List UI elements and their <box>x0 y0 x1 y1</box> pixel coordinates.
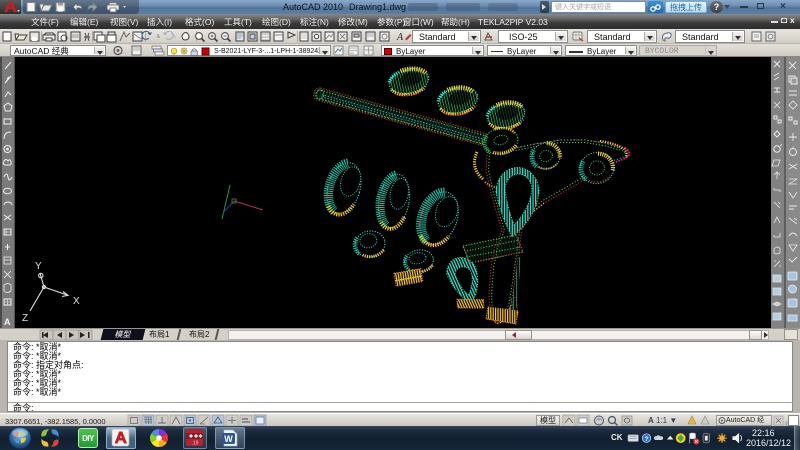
svg-text:W: W <box>224 434 233 444</box>
svg-text:Y: Y <box>35 261 42 272</box>
svg-text:X: X <box>73 296 80 307</box>
svg-text:Z: Z <box>22 313 28 324</box>
svg-text:?: ? <box>644 436 648 443</box>
svg-text:A: A <box>4 317 11 327</box>
svg-text:A: A <box>396 32 404 43</box>
svg-text:.19: .19 <box>192 441 199 447</box>
